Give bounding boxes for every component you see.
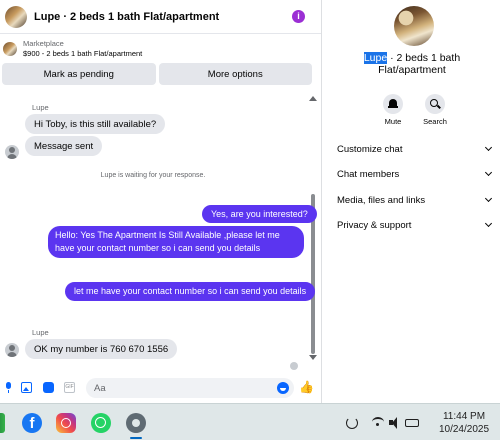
menu-item-label: Chat members [337, 168, 400, 180]
chevron-down-icon [484, 219, 493, 228]
customize-chat-item[interactable]: Customize chat [337, 140, 495, 158]
message-input[interactable] [86, 378, 294, 399]
chevron-down-icon [484, 143, 493, 152]
battery-icon[interactable] [405, 419, 419, 427]
instagram-icon[interactable] [56, 413, 76, 433]
sticker-icon[interactable] [43, 382, 54, 393]
mute-label: Mute [384, 117, 402, 126]
settings-gear-icon[interactable] [126, 413, 146, 433]
taskbar: f 11:44 PM 10/24/2025 [0, 403, 500, 440]
whatsapp-icon[interactable] [91, 413, 111, 433]
mute-button[interactable]: Mute [376, 94, 410, 126]
contact-name: Lupe · 2 beds 1 bath Flat/apartment [332, 52, 492, 76]
listing-name-text: · 2 beds 1 bath Flat/apartment [378, 52, 461, 76]
outgoing-message[interactable]: let me have your contact number so i can… [65, 282, 316, 301]
gif-icon[interactable]: GIF [64, 382, 75, 393]
system-clock[interactable]: 11:44 PM 10/24/2025 [433, 410, 495, 436]
microphone-icon[interactable] [3, 382, 14, 393]
clock-date: 10/24/2025 [438, 424, 490, 435]
wifi-icon[interactable] [372, 417, 384, 427]
search-icon [425, 94, 445, 114]
media-files-links-item[interactable]: Media, files and links [337, 191, 495, 209]
conversation-info-panel: Lupe · 2 beds 1 bath Flat/apartment Mute… [322, 0, 500, 403]
outgoing-message[interactable]: Yes, are you interested? [202, 205, 317, 223]
contact-avatar-small[interactable] [5, 343, 19, 357]
listing-thumbnail [3, 41, 17, 56]
marketplace-banner[interactable]: Marketplace $900 - 2 beds 1 bath Flat/ap… [0, 35, 321, 62]
incoming-message[interactable]: Hi Toby, is this still available? [25, 114, 166, 134]
outgoing-message[interactable]: Hello: Yes The Apartment Is Still Availa… [48, 226, 304, 258]
photo-gallery-icon[interactable] [21, 382, 32, 393]
bell-icon [383, 94, 403, 114]
like-icon[interactable]: 👍 [299, 381, 314, 394]
waiting-status: Lupe is waiting for your response. [100, 172, 206, 179]
messenger-window: Lupe · 2 beds 1 bath Flat/apartment i Ma… [0, 0, 500, 403]
sender-name: Lupe [32, 328, 49, 337]
menu-item-label: Customize chat [337, 143, 403, 155]
selected-name-text[interactable]: Lupe [363, 52, 388, 64]
volume-icon[interactable] [389, 417, 401, 429]
privacy-support-item[interactable]: Privacy & support [337, 216, 495, 234]
clock-time: 11:44 PM [442, 411, 486, 422]
incoming-message[interactable]: OK my number is 760 670 1556 [25, 339, 178, 359]
contact-profile-photo[interactable] [394, 6, 434, 46]
menu-item-label: Privacy & support [337, 219, 412, 231]
active-app-indicator [130, 437, 142, 439]
sender-name: Lupe [32, 103, 49, 112]
listing-title: $900 - 2 beds 1 bath Flat/apartment [23, 49, 143, 58]
info-icon[interactable]: i [292, 10, 305, 23]
scroll-down-arrow-icon[interactable] [309, 355, 317, 360]
search-button[interactable]: Search [418, 94, 452, 126]
incoming-message[interactable]: Message sent [25, 136, 103, 156]
marketplace-label: Marketplace [23, 39, 64, 48]
listing-actions: Mark as pending More options [2, 63, 312, 85]
chat-members-item[interactable]: Chat members [337, 165, 495, 183]
message-composer: GIF 👍 [0, 376, 321, 400]
app-icon-partial[interactable] [0, 413, 5, 433]
chat-pane: Lupe · 2 beds 1 bath Flat/apartment i Ma… [0, 0, 322, 403]
contact-avatar-small[interactable] [5, 145, 19, 159]
more-options-button[interactable]: More options [158, 63, 312, 85]
scroll-up-arrow-icon[interactable] [309, 96, 317, 101]
search-label: Search [423, 117, 447, 126]
sync-icon[interactable] [346, 417, 358, 429]
mark-as-pending-button[interactable]: Mark as pending [2, 63, 156, 85]
contact-avatar[interactable] [5, 5, 27, 28]
chevron-down-icon [484, 194, 493, 203]
chevron-down-icon [484, 168, 493, 177]
menu-item-label: Media, files and links [337, 194, 426, 206]
chat-header: Lupe · 2 beds 1 bath Flat/apartment i [0, 0, 321, 34]
emoji-icon[interactable] [277, 382, 289, 394]
chat-scrollbar[interactable] [309, 96, 317, 360]
facebook-icon[interactable]: f [22, 413, 42, 433]
chat-title[interactable]: Lupe · 2 beds 1 bath Flat/apartment [34, 11, 219, 23]
message-input-wrapper [86, 378, 294, 399]
read-receipt-avatar [290, 362, 298, 370]
